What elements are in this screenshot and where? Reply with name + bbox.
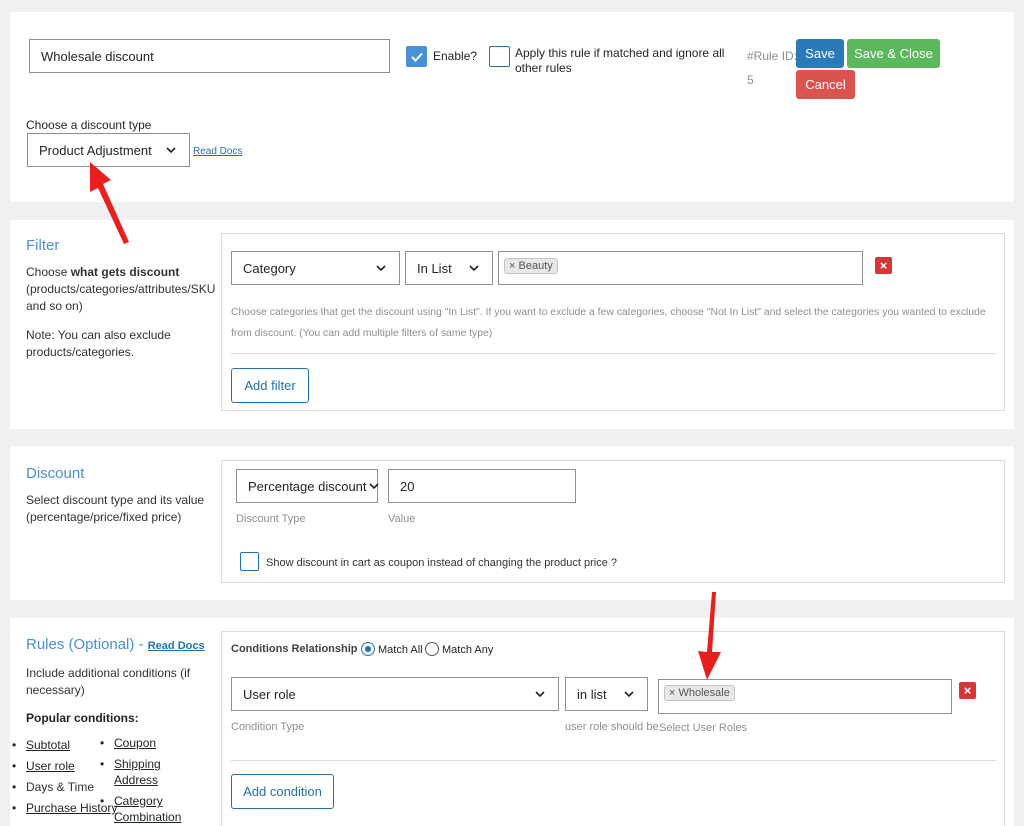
condition-link-shipping[interactable]: Shipping [114, 757, 161, 771]
condition-operator-value: in list [577, 686, 607, 702]
enable-checkbox[interactable] [406, 46, 427, 67]
filter-desc-bold: what gets discount [70, 265, 180, 279]
rule-id-value: 5 [747, 73, 754, 87]
match-any-label: Match Any [442, 644, 494, 656]
discount-type-hint: Discount Type [236, 513, 306, 525]
filter-description: Choose what gets discount (products/cate… [26, 264, 215, 315]
filter-note: Note: You can also exclude products/cate… [26, 327, 171, 361]
filter-type-select[interactable]: Category [231, 251, 400, 285]
list-item[interactable]: Coupon [100, 735, 181, 751]
discount-value-input[interactable]: 20 [388, 469, 576, 503]
condition-link-combination[interactable]: Combination [114, 810, 181, 824]
condition-link-coupon[interactable]: Coupon [114, 736, 156, 750]
user-roles-hint: Select User Roles [659, 722, 748, 734]
user-role-tag-label: Wholesale [678, 687, 730, 699]
apply-exclusive-label-line2: other rules [515, 61, 572, 75]
filter-value-tag[interactable]: × Beauty [504, 258, 558, 274]
rules-title-dash: - [138, 636, 144, 653]
discount-description: Select discount type and its value (perc… [26, 492, 204, 526]
discount-type-select-value: Percentage discount [248, 478, 367, 494]
divider [231, 760, 996, 761]
condition-type-hint: Condition Type [231, 721, 305, 733]
read-docs-link[interactable]: Read Docs [193, 146, 242, 157]
rules-desc-line2: necessary) [26, 683, 85, 697]
discount-type-value-select[interactable]: Percentage discount [236, 469, 379, 503]
apply-exclusive-checkbox[interactable] [489, 46, 510, 67]
match-all-label: Match All [378, 644, 423, 656]
condition-link-subtotal[interactable]: Subtotal [26, 738, 70, 752]
coupon-label: Show discount in cart as coupon instead … [266, 557, 618, 569]
rules-description: Include additional conditions (if necess… [26, 665, 190, 699]
match-all-radio[interactable] [361, 642, 375, 656]
condition-type-select[interactable]: User role [231, 677, 559, 711]
rules-title: Rules (Optional) [26, 636, 135, 653]
discount-value: 20 [400, 478, 415, 494]
filter-title: Filter [26, 237, 60, 254]
annotation-arrow-user-role [698, 592, 721, 680]
rule-name-value: Wholesale discount [41, 48, 154, 64]
conditions-relationship-label: Conditions Relationship [231, 643, 358, 655]
filter-value-tag-label: Beauty [518, 260, 553, 272]
condition-type-value: User role [243, 686, 296, 702]
discount-title: Discount [26, 465, 85, 482]
filter-desc-prefix: Choose [26, 265, 71, 279]
rules-title-row: Rules (Optional) - Read Docs [26, 636, 205, 653]
apply-exclusive-label: Apply this rule if matched and ignore al… [515, 46, 724, 76]
match-any-radio[interactable] [425, 642, 439, 656]
condition-link-user-role[interactable]: User role [26, 759, 75, 773]
filter-type-value: Category [243, 260, 296, 276]
enable-label: Enable? [433, 49, 478, 63]
apply-exclusive-label-line1: Apply this rule if matched and ignore al… [515, 46, 725, 60]
save-button[interactable]: Save [796, 39, 844, 68]
cancel-button[interactable]: Cancel [796, 70, 855, 99]
save-close-button[interactable]: Save & Close [847, 39, 940, 68]
filter-note-line2: products/categories. [26, 345, 135, 359]
rule-name-input[interactable]: Wholesale discount [29, 39, 390, 73]
chevron-down-icon [469, 265, 479, 272]
chevron-down-icon [368, 483, 379, 490]
rule-id-label: #Rule ID: [747, 49, 798, 63]
add-condition-button[interactable]: Add condition [231, 774, 334, 809]
checkmark-icon [410, 52, 423, 62]
discount-type-label: Choose a discount type [26, 118, 152, 132]
chevron-down-icon [624, 691, 634, 698]
condition-link-category[interactable]: Category [114, 794, 163, 808]
rules-desc-line1: Include additional conditions (if [26, 666, 191, 680]
list-item[interactable]: Shipping Address [100, 756, 181, 788]
filter-operator-select[interactable]: In List [405, 251, 493, 285]
condition-link-address[interactable]: Address [114, 773, 158, 787]
popular-conditions-label: Popular conditions: [26, 711, 139, 725]
condition-link-days-time[interactable]: Days & Time [26, 780, 94, 794]
annotation-arrow-discount-type [90, 162, 129, 244]
filter-help-line1: Choose categories that get the discount … [231, 307, 986, 318]
filter-desc-line3: and so on) [26, 299, 83, 313]
chevron-down-icon [166, 147, 176, 154]
tag-remove-icon[interactable]: × [509, 260, 515, 272]
condition-operator-hint: user role should be [565, 721, 659, 733]
filter-operator-value: In List [417, 260, 452, 276]
filter-help-text: Choose categories that get the discount … [231, 302, 996, 344]
filter-help-line2: from discount. (You can add multiple fil… [231, 328, 493, 339]
add-filter-button[interactable]: Add filter [231, 368, 309, 403]
tag-remove-icon[interactable]: × [669, 687, 675, 699]
condition-operator-select[interactable]: in list [565, 677, 648, 711]
list-item[interactable]: Category Combination [100, 793, 181, 825]
chevron-down-icon [535, 691, 545, 698]
remove-filter-icon[interactable]: × [875, 257, 892, 274]
discount-value-hint: Value [388, 513, 416, 525]
coupon-checkbox[interactable] [240, 552, 259, 571]
filter-note-line1: Note: You can also exclude [26, 328, 171, 342]
remove-condition-icon[interactable]: × [959, 682, 976, 699]
popular-conditions-col2: Coupon Shipping Address Category Combina… [100, 735, 181, 825]
filter-desc-line2: (products/categories/attributes/SKU [26, 282, 216, 296]
discount-desc-line2: (percentage/price/fixed price) [26, 510, 182, 524]
discount-type-value: Product Adjustment [39, 142, 152, 158]
rules-read-docs-link[interactable]: Read Docs [148, 640, 205, 652]
divider [231, 353, 996, 354]
discount-desc-line1: Select discount type and its value [26, 493, 205, 507]
chevron-down-icon [376, 265, 386, 272]
